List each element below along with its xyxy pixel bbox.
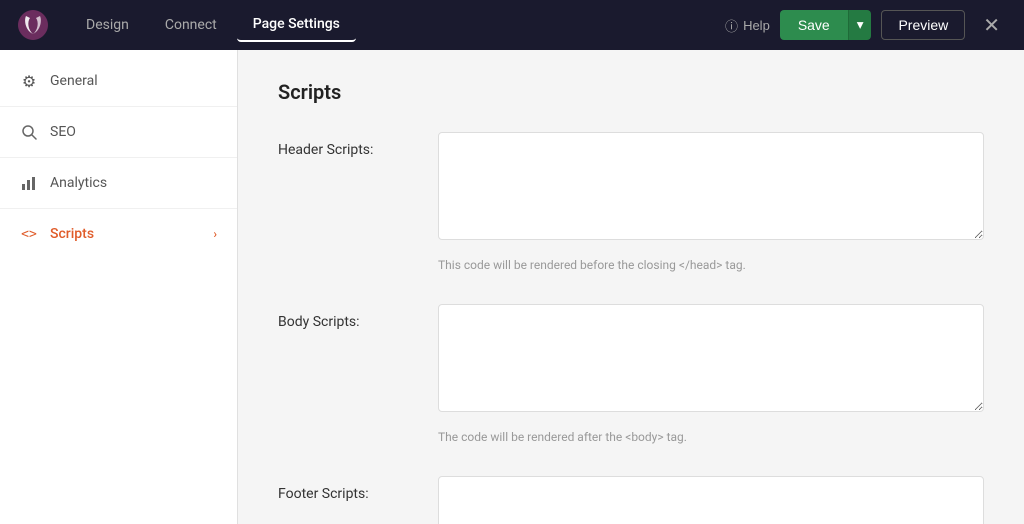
sidebar-divider-1 [0, 106, 237, 107]
sidebar: ⚙ General SEO Analytics [0, 50, 238, 524]
nav-right: ⓘ Help Save ▾ Preview ✕ [725, 9, 1008, 42]
header-scripts-row: Header Scripts: [278, 132, 984, 244]
body-scripts-row: Body Scripts: [278, 304, 984, 416]
body-scripts-hint-row: The code will be rendered after the <bod… [278, 424, 984, 468]
header-scripts-hint-row: This code will be rendered before the cl… [278, 252, 984, 296]
top-nav: Design Connect Page Settings ⓘ Help Save… [0, 0, 1024, 50]
sidebar-label-seo: SEO [50, 124, 76, 140]
sidebar-item-seo[interactable]: SEO [0, 109, 237, 155]
save-dropdown-button[interactable]: ▾ [848, 10, 872, 40]
chevron-right-icon: › [213, 227, 217, 241]
body-scripts-textarea[interactable] [438, 304, 984, 412]
help-label: Help [743, 18, 770, 33]
header-scripts-textarea[interactable] [438, 132, 984, 240]
section-title: Scripts [278, 80, 984, 104]
sidebar-divider-3 [0, 208, 237, 209]
save-btn-group: Save ▾ [780, 10, 872, 40]
nav-tab-design[interactable]: Design [70, 9, 145, 41]
header-scripts-label: Header Scripts: [278, 132, 418, 158]
nav-tab-connect[interactable]: Connect [149, 9, 233, 41]
sidebar-label-general: General [50, 73, 98, 89]
logo-icon [16, 8, 50, 42]
analytics-icon [20, 174, 38, 192]
footer-scripts-label: Footer Scripts: [278, 476, 418, 502]
sidebar-divider-2 [0, 157, 237, 158]
close-button[interactable]: ✕ [975, 9, 1008, 42]
footer-scripts-textarea[interactable] [438, 476, 984, 524]
code-icon: <> [20, 225, 38, 243]
body-scripts-label: Body Scripts: [278, 304, 418, 330]
save-button[interactable]: Save [780, 10, 848, 40]
sidebar-item-analytics[interactable]: Analytics [0, 160, 237, 206]
body-scripts-field [438, 304, 984, 416]
sidebar-label-analytics: Analytics [50, 175, 107, 191]
body-scripts-hint: The code will be rendered after the <bod… [438, 430, 687, 444]
footer-scripts-row: Footer Scripts: [278, 476, 984, 524]
sidebar-item-general[interactable]: ⚙ General [0, 58, 237, 104]
main-layout: ⚙ General SEO Analytics [0, 50, 1024, 524]
nav-tabs: Design Connect Page Settings [70, 8, 725, 42]
header-scripts-hint: This code will be rendered before the cl… [438, 258, 746, 272]
sidebar-item-scripts[interactable]: <> Scripts › [0, 211, 237, 257]
footer-scripts-field [438, 476, 984, 524]
nav-tab-page-settings[interactable]: Page Settings [237, 8, 356, 42]
sidebar-label-scripts: Scripts [50, 226, 94, 242]
content-area: Scripts Header Scripts: This code will b… [238, 50, 1024, 524]
chevron-down-icon: ▾ [857, 17, 864, 32]
preview-button[interactable]: Preview [881, 10, 965, 40]
header-scripts-field [438, 132, 984, 244]
search-icon [20, 123, 38, 141]
help-button[interactable]: ⓘ Help [725, 16, 770, 35]
help-icon: ⓘ [725, 16, 738, 35]
gear-icon: ⚙ [20, 72, 38, 90]
